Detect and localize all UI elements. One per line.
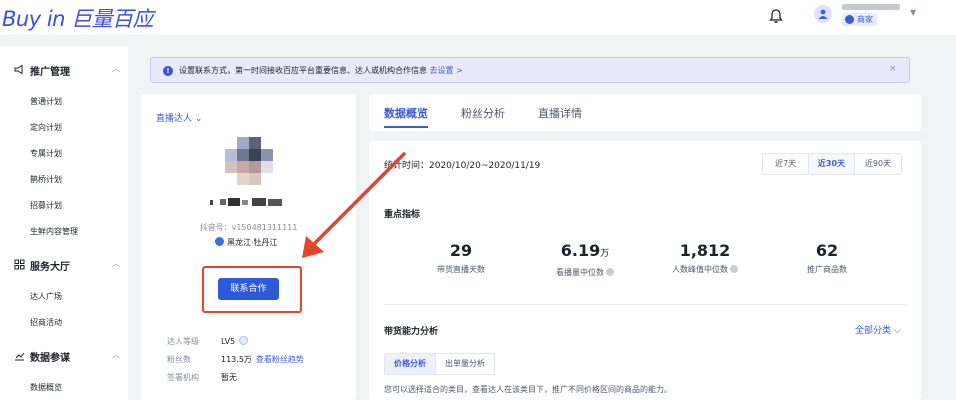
- sidebar-item-data-overview[interactable]: 数据概览: [30, 382, 62, 393]
- metric-value: 1,812: [679, 241, 731, 260]
- grid-icon: [14, 259, 25, 270]
- capability-sub-tabs: 价格分析 出单量分析: [384, 353, 495, 375]
- tab-price-analysis[interactable]: 价格分析: [385, 354, 436, 374]
- chevron-up-icon[interactable]: ︿: [112, 349, 120, 360]
- notice-setup-link[interactable]: 去设置 >: [430, 66, 463, 75]
- metric-label: 人数峰值中位数: [672, 265, 728, 274]
- metric-peak-median: 1,812 人数峰值中位数: [645, 241, 765, 275]
- metric-value: 62: [815, 241, 839, 260]
- notice-text: 设置联系方式，第一时间接收百应平台重要信息、达人或机构合作信息 去设置 >: [179, 65, 463, 76]
- user-avatar[interactable]: [814, 5, 832, 23]
- sidebar-item-merchant-activity[interactable]: 招商活动: [30, 317, 62, 328]
- chart-icon: [15, 352, 25, 361]
- level-text: LV5: [221, 337, 236, 346]
- location-icon: [215, 237, 224, 246]
- stat-period: 统计时间：2020/10/20~2020/11/19: [384, 161, 541, 171]
- help-icon[interactable]: [606, 268, 614, 276]
- capability-title: 带货能力分析: [384, 327, 439, 337]
- metric-value: 6.19万: [525, 241, 645, 264]
- range-30-days[interactable]: 近30天: [809, 154, 855, 174]
- help-icon[interactable]: [239, 336, 249, 345]
- bell-icon[interactable]: [768, 8, 784, 24]
- role-badge: 商家: [842, 13, 877, 26]
- level-label: 达人等级: [167, 337, 199, 346]
- data-overview-panel: 统计时间：2020/10/20~2020/11/19 近7天 近30天 近90天…: [369, 141, 921, 400]
- sidebar-item-bridge-plan[interactable]: 鹊桥计划: [30, 174, 62, 185]
- agency-label: 签署机构: [167, 373, 199, 382]
- sidebar: 推广管理 ︿ 普通计划 定向计划 专属计划 鹊桥计划 招募计划 生鲜内容管理 服…: [0, 46, 128, 400]
- merchant-icon: [845, 15, 854, 24]
- sidebar-section-label: 推广管理: [30, 67, 70, 78]
- agency-value: 暂无: [221, 373, 237, 382]
- analysis-tabs: 数据概览 粉丝分析 直播详情: [369, 94, 921, 131]
- key-metrics-title: 重点指标: [384, 210, 421, 220]
- notice-message: 设置联系方式，第一时间接收百应平台重要信息、达人或机构合作信息: [179, 66, 427, 75]
- metric-products: 62 推广商品数: [767, 241, 887, 275]
- influencer-name-blurred: [210, 198, 282, 206]
- metric-label: 推广商品数: [807, 265, 847, 274]
- sidebar-item-normal-plan[interactable]: 普通计划: [30, 96, 62, 107]
- all-categories-dropdown[interactable]: 全部分类 ⌵: [855, 323, 901, 336]
- megaphone-icon: [14, 64, 23, 75]
- sidebar-item-recruit-plan[interactable]: 招募计划: [30, 200, 62, 211]
- metric-unit: 万: [600, 249, 610, 259]
- contact-cooperate-button[interactable]: 联系合作: [218, 278, 279, 300]
- sidebar-item-exclusive-plan[interactable]: 专属计划: [30, 148, 62, 159]
- sidebar-section-label: 服务大厅: [30, 262, 70, 273]
- sidebar-item-fresh-content[interactable]: 生鲜内容管理: [30, 226, 78, 237]
- tab-order-analysis[interactable]: 出单量分析: [436, 354, 494, 374]
- fans-count: 113.5万: [221, 355, 252, 364]
- sidebar-section-label: 数据参谋: [30, 353, 70, 364]
- location-text: 黑龙江·牡丹江: [227, 238, 278, 247]
- chevron-down-icon[interactable]: ▼: [910, 8, 916, 17]
- sidebar-item-targeted-plan[interactable]: 定向计划: [30, 122, 62, 133]
- range-7-days[interactable]: 近7天: [763, 154, 809, 174]
- metric-label-row: 看播量中位数: [525, 267, 645, 278]
- fans-trend-link[interactable]: 查看粉丝趋势: [256, 355, 304, 364]
- user-icon: [818, 9, 828, 19]
- capability-hint: 您可以选择适合的类目，查看达人在该类目下，推广不同价格区间的商品的能力。: [384, 385, 672, 394]
- metric-view-median: 6.19万 看播量中位数: [525, 241, 645, 278]
- tab-data-overview[interactable]: 数据概览: [384, 105, 428, 121]
- tab-fans-analysis[interactable]: 粉丝分析: [461, 105, 505, 121]
- notice-banner: ! 设置联系方式，第一时间接收百应平台重要信息、达人或机构合作信息 去设置 > …: [150, 57, 910, 83]
- range-90-days[interactable]: 近90天: [855, 154, 901, 174]
- user-name-blurred: [842, 4, 900, 10]
- info-icon: !: [163, 66, 173, 76]
- date-range-selector: 近7天 近30天 近90天: [762, 153, 902, 175]
- avatar-blurred: [225, 137, 273, 185]
- help-icon[interactable]: [730, 265, 738, 273]
- sidebar-item-influencer-square[interactable]: 达人广场: [30, 291, 62, 302]
- close-icon[interactable]: ×: [889, 64, 897, 74]
- metric-label: 带货直播天数: [437, 265, 485, 274]
- location: 黑龙江·牡丹江: [215, 237, 278, 248]
- metric-live-days: 29 带货直播天数: [401, 241, 521, 275]
- douyin-id: 抖音号：v150481311111: [199, 223, 298, 232]
- influencer-type-dropdown[interactable]: 直播达人 ⌄: [156, 111, 202, 124]
- metric-label: 看播量中位数: [556, 268, 604, 277]
- active-tab-indicator: [384, 126, 428, 128]
- fans-value: 113.5万 查看粉丝趋势: [221, 354, 304, 365]
- fans-label: 粉丝数: [167, 355, 191, 364]
- metric-value: 29: [449, 241, 473, 260]
- chevron-up-icon[interactable]: ︿: [112, 258, 120, 269]
- metric-label-row: 人数峰值中位数: [645, 264, 765, 275]
- influencer-profile-card: 直播达人 ⌄ 抖音号：v150481311111 黑龙江·牡丹江 联系合作 达人…: [141, 94, 356, 400]
- chevron-up-icon[interactable]: ︿: [112, 63, 120, 74]
- top-bar: Buy in 巨量百应 商家 ▼: [0, 0, 956, 36]
- tab-live-details[interactable]: 直播详情: [538, 105, 582, 121]
- role-label: 商家: [857, 15, 873, 24]
- level-value: LV5: [221, 336, 249, 346]
- brand-logo[interactable]: Buy in 巨量百应: [2, 3, 154, 33]
- divider: [384, 304, 906, 305]
- metric-number: 6.19: [560, 241, 601, 260]
